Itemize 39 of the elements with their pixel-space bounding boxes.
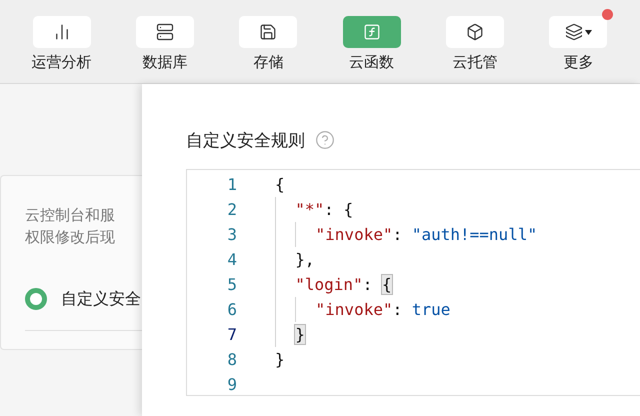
line-number: 8 [226,350,237,369]
toolbar-button[interactable] [136,16,194,48]
code-line: }, [275,247,315,272]
panel-title: 自定义安全规则 [186,130,305,152]
toolbar-label: 数据库 [142,53,188,72]
line-number: 4 [226,250,237,269]
line-number: 2 [226,200,237,219]
toolbar-label: 存储 [253,53,284,72]
caret-icon [584,30,592,34]
code-line: "invoke": true [275,297,450,322]
toolbar-label: 云函数 [349,53,394,72]
line-number: 6 [226,300,237,319]
code-line: "*": { [275,197,354,222]
line-number: 1 [226,175,237,194]
layers-icon [564,23,583,41]
code-line: { [275,174,285,196]
function-icon [362,23,381,41]
toolbar-button[interactable] [239,16,298,48]
code-editor[interactable]: 1 { 2 "*": { 3 "invoke": "auth!==null" 4 }, 5 "login": { 6 "invoke": true 7 } 8 } 9 [186,169,640,396]
toolbar-label: 云托管 [452,53,498,72]
description-text: 权限修改后现 [25,227,116,248]
notification-dot [602,9,614,20]
toolbar-label: 更多 [563,53,594,72]
radio-button[interactable] [25,288,47,310]
radio-label: 自定义安全 [61,288,141,310]
cube-icon [466,23,484,41]
line-number: 3 [226,225,237,244]
toolbar-button[interactable] [446,16,504,48]
server-icon [156,23,174,41]
toolbar-label: 运营分析 [32,53,92,72]
line-number: 5 [226,275,237,294]
code-line: "login": { [275,272,392,297]
line-number: 9 [226,375,237,394]
code-line: } [275,322,305,347]
toolbar-button[interactable] [549,16,608,48]
description-text: 云控制台和服 [25,205,116,226]
code-line: "invoke": "auth!==null" [275,222,538,247]
code-line: } [275,349,285,371]
line-number: 7 [226,325,237,344]
